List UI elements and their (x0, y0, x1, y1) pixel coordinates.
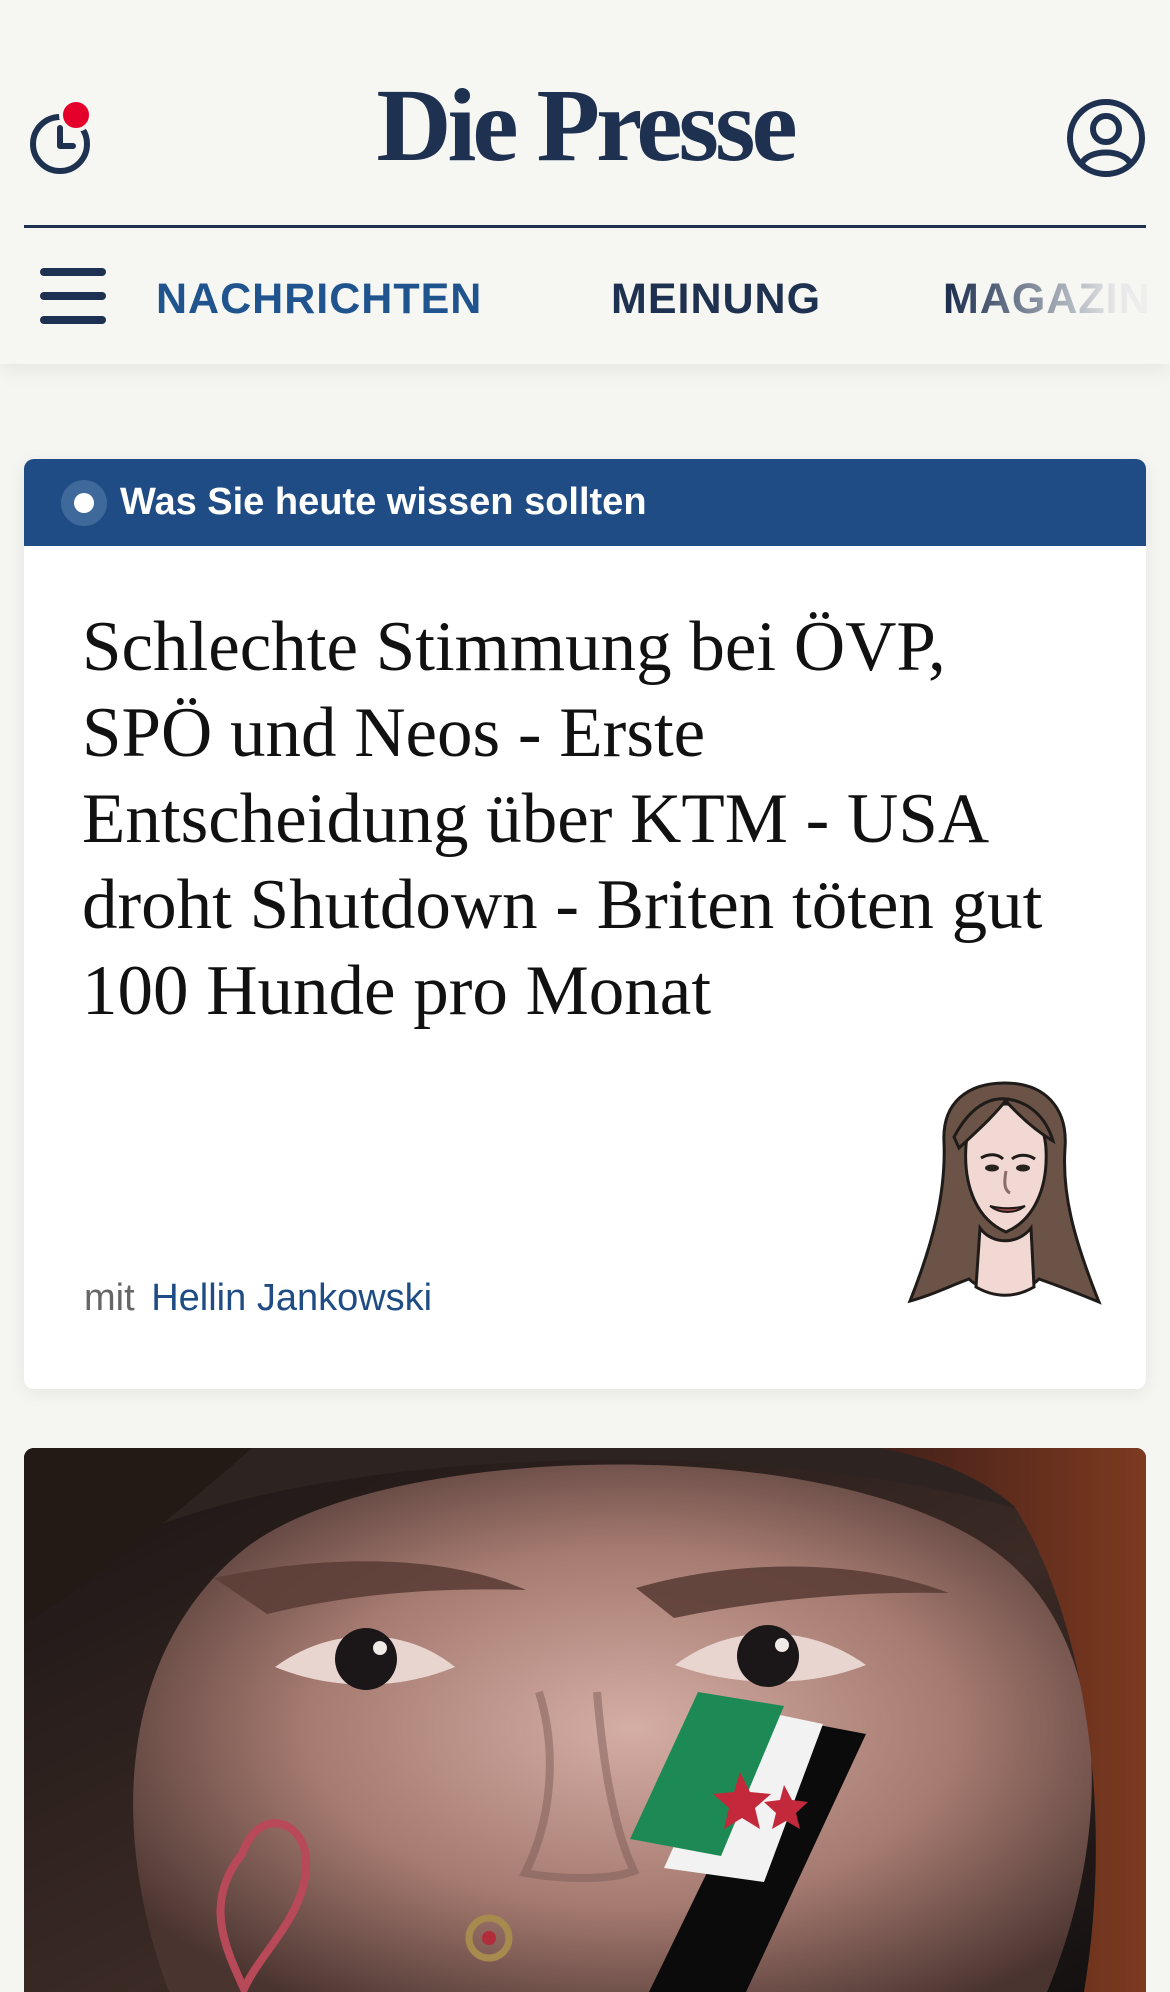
live-indicator-icon (61, 480, 107, 526)
site-header: Die Presse NACHRICHTEN MEINUNG MAGAZIN (0, 0, 1170, 364)
briefing-headline[interactable]: Schlechte Stimmung bei ÖVP, SPÖ und Neos… (82, 604, 1082, 1034)
briefing-bar: Was Sie heute wissen sollten (24, 459, 1146, 546)
nav-item-magazin[interactable]: MAGAZIN (943, 278, 1151, 321)
article-image[interactable] (24, 1448, 1146, 1992)
author-prefix: mit (84, 1277, 135, 1319)
author-avatar (902, 1069, 1108, 1319)
daily-briefing-card[interactable]: Was Sie heute wissen sollten Schlechte S… (24, 459, 1146, 1389)
site-logo: Die Presse (376, 68, 797, 183)
main-navigation: NACHRICHTEN MEINUNG MAGAZIN (0, 228, 1170, 364)
briefing-label: Was Sie heute wissen sollten (120, 481, 647, 523)
notification-dot (59, 98, 93, 132)
author-name-link[interactable]: Hellin Jankowski (151, 1277, 432, 1319)
hamburger-menu-icon[interactable] (40, 268, 106, 324)
author-line: mit Hellin Jankowski (84, 1279, 432, 1317)
nav-item-meinung[interactable]: MEINUNG (611, 278, 821, 321)
user-account-icon[interactable] (1064, 96, 1148, 180)
nav-item-nachrichten[interactable]: NACHRICHTEN (156, 278, 482, 321)
